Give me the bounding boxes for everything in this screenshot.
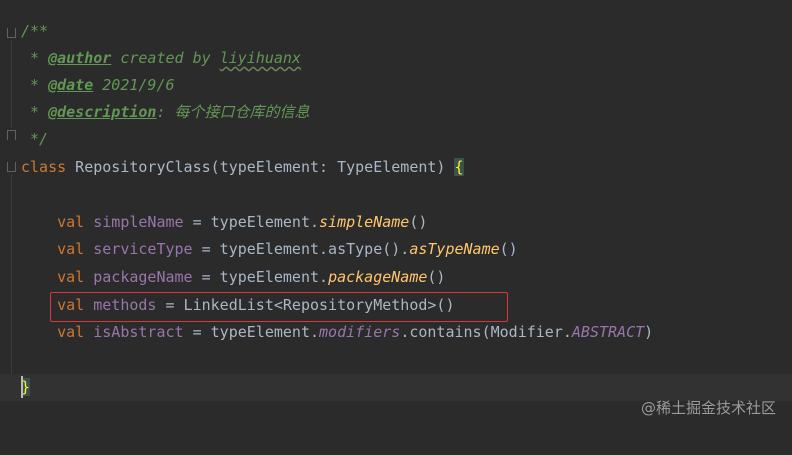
code-line[interactable]: val packageName = typeElement.packageNam… bbox=[0, 264, 792, 291]
property-name: serviceType bbox=[93, 240, 193, 258]
code-line[interactable]: val serviceType = typeElement.asType().a… bbox=[0, 236, 792, 263]
code-line[interactable]: /** bbox=[0, 18, 792, 45]
val-keyword: val bbox=[57, 240, 85, 258]
val-keyword: val bbox=[57, 213, 85, 231]
code-line[interactable] bbox=[0, 347, 792, 374]
class-signature: RepositoryClass(typeElement: TypeElement… bbox=[66, 158, 455, 176]
watermark: @稀土掘金技术社区 bbox=[640, 399, 776, 417]
expression: = typeElement. bbox=[183, 323, 320, 341]
extension-call: asTypeName bbox=[409, 240, 500, 258]
code-line[interactable]: */ bbox=[0, 126, 792, 153]
text-caret bbox=[21, 376, 23, 398]
code-line[interactable]: * @author created by liyihuanx bbox=[0, 45, 792, 72]
property-name: isAbstract bbox=[93, 323, 184, 341]
code-line[interactable] bbox=[0, 181, 792, 208]
expression-tail: () bbox=[409, 213, 428, 231]
open-brace: { bbox=[454, 158, 464, 176]
property-name: packageName bbox=[93, 268, 193, 286]
doc-prefix: * bbox=[21, 76, 49, 94]
doc-date-text: 2021/9/6 bbox=[93, 76, 175, 94]
doc-author-tag: @author bbox=[48, 49, 112, 67]
code-line[interactable]: val simpleName = typeElement.simpleName(… bbox=[0, 209, 792, 236]
code-line[interactable]: val isAbstract = typeElement.modifiers.c… bbox=[0, 319, 792, 346]
doc-description-text: 每个接口仓库的信息 bbox=[174, 103, 310, 121]
doc-author-name: liyihuanx bbox=[219, 49, 301, 67]
expression: = typeElement. bbox=[183, 213, 320, 231]
doc-author-text: created by bbox=[111, 49, 220, 67]
code-line[interactable]: class RepositoryClass(typeElement: TypeE… bbox=[0, 154, 792, 181]
annotation-highlight-box bbox=[50, 292, 508, 322]
expression-tail: () bbox=[499, 240, 518, 258]
doc-prefix: * bbox=[21, 103, 49, 121]
doc-comment-open: /** bbox=[21, 22, 49, 40]
code-line[interactable]: * @description: 每个接口仓库的信息 bbox=[0, 99, 792, 126]
expression-tail: () bbox=[427, 268, 446, 286]
expression-tail: .contains(Modifier. bbox=[400, 323, 572, 341]
expression-tail: ) bbox=[644, 323, 654, 341]
doc-comment-close: */ bbox=[21, 130, 49, 148]
doc-colon: : bbox=[156, 103, 175, 121]
property-name: simpleName bbox=[93, 213, 184, 231]
val-keyword: val bbox=[57, 323, 85, 341]
code-line[interactable]: * @date 2021/9/6 bbox=[0, 72, 792, 99]
expression: = typeElement. bbox=[192, 268, 329, 286]
extension-call: simpleName bbox=[319, 213, 410, 231]
val-keyword: val bbox=[57, 268, 85, 286]
class-keyword: class bbox=[21, 158, 67, 176]
enum-constant: ABSTRACT bbox=[571, 323, 645, 341]
doc-date-tag: @date bbox=[48, 76, 94, 94]
code-editor[interactable]: /** * @author created by liyihuanx * @da… bbox=[0, 0, 792, 434]
extension-call: packageName bbox=[328, 268, 428, 286]
extension-property: modifiers bbox=[319, 323, 401, 341]
doc-description-tag: @description bbox=[48, 103, 157, 121]
doc-prefix: * bbox=[21, 49, 49, 67]
expression: = typeElement.asType(). bbox=[192, 240, 410, 258]
